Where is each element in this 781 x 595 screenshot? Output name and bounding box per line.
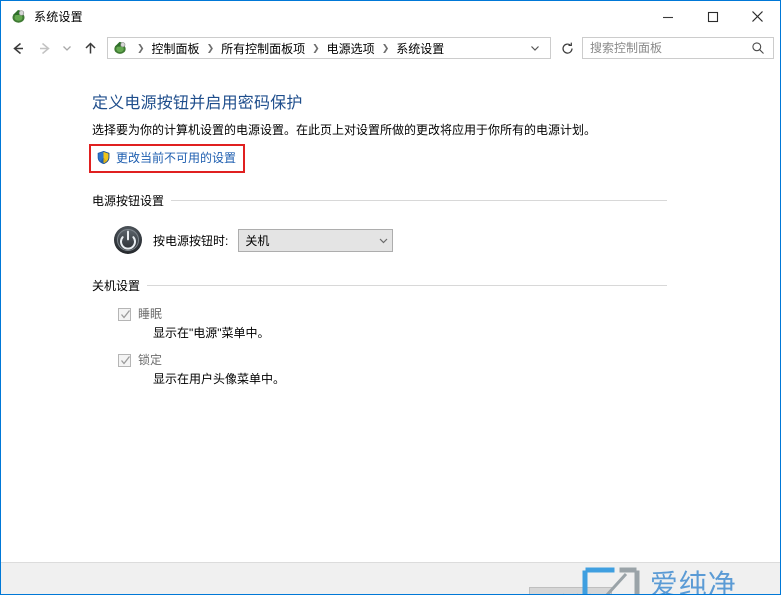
aichunjing-logo-icon	[582, 567, 640, 594]
control-panel-window: 系统设置 ❯ 控制面板 ❯ 所有控制面板项 ❯ 电源选项 ❯ 系统设置 搜索控制…	[0, 0, 781, 595]
breadcrumb-separator: ❯	[381, 42, 390, 53]
breadcrumb-separator: ❯	[312, 42, 320, 53]
watermark: 爱纯净 aichunjing.com	[582, 567, 771, 595]
window-title: 系统设置	[34, 10, 83, 24]
title-bar: 系统设置	[1, 0, 780, 32]
breadcrumb-chevron-down-icon[interactable]	[525, 42, 550, 54]
shutdown-settings-title: 关机设置	[92, 279, 141, 294]
divider	[171, 200, 667, 202]
power-button-action-value: 关机	[245, 233, 270, 248]
chevron-down-icon[interactable]	[375, 235, 392, 246]
sleep-checkbox[interactable]	[118, 308, 131, 322]
change-unavailable-settings-container: 更改当前不可用的设置	[89, 144, 246, 174]
watermark-brand-cn: 爱纯净	[649, 567, 737, 595]
lock-option-description: 显示在用户头像菜单中。	[153, 372, 286, 387]
change-unavailable-settings-label: 更改当前不可用的设置	[116, 151, 237, 166]
power-button-settings-title: 电源按钮设置	[92, 194, 165, 209]
maximize-button[interactable]	[690, 1, 735, 32]
search-box[interactable]	[582, 37, 774, 59]
main-content: 定义电源按钮并启用密码保护 选择要为你的计算机设置的电源设置。在此页上对设置所做…	[1, 64, 780, 562]
power-button-action-row: 按电源按钮时: 关机	[92, 225, 667, 255]
navigation-bar: ❯ 控制面板 ❯ 所有控制面板项 ❯ 电源选项 ❯ 系统设置	[1, 32, 780, 64]
forward-arrow-icon	[31, 35, 57, 61]
system-settings-icon	[10, 8, 27, 25]
search-input[interactable]	[583, 41, 749, 55]
power-button-settings-group: 电源按钮设置 按电源按钮时: 关机	[92, 192, 667, 255]
refresh-icon[interactable]	[556, 37, 578, 59]
page-title: 定义电源按钮并启用密码保护	[92, 95, 303, 112]
close-button[interactable]	[735, 1, 780, 32]
breadcrumb-item-control-panel[interactable]: 控制面板	[151, 40, 201, 57]
change-unavailable-settings-link[interactable]: 更改当前不可用的设置	[93, 147, 239, 168]
uac-shield-icon	[96, 150, 111, 165]
sleep-option-description: 显示在"电源"菜单中。	[153, 326, 270, 341]
breadcrumb[interactable]: ❯ 控制面板 ❯ 所有控制面板项 ❯ 电源选项 ❯ 系统设置	[107, 37, 551, 59]
sleep-option-texts: 睡眠 显示在"电源"菜单中。	[138, 307, 270, 341]
shutdown-settings-header: 关机设置	[92, 277, 667, 294]
breadcrumb-item-system-settings[interactable]: 系统设置	[395, 40, 445, 57]
window-caption-buttons	[645, 1, 780, 32]
breadcrumb-item-power-options[interactable]: 电源选项	[326, 40, 376, 57]
power-button-settings-header: 电源按钮设置	[92, 192, 667, 209]
breadcrumb-separator: ❯	[206, 42, 215, 53]
divider	[147, 285, 667, 287]
control-panel-icon	[112, 40, 128, 56]
footer-bar: 保存修改 爱纯净 aichunjing.com	[1, 562, 780, 595]
shutdown-option-lock[interactable]: 锁定 显示在用户头像菜单中。	[92, 353, 667, 387]
sleep-option-label: 睡眠	[138, 307, 163, 322]
power-button-action-label: 按电源按钮时:	[153, 233, 229, 248]
power-button-action-dropdown[interactable]: 关机	[238, 228, 394, 252]
shutdown-settings-group: 关机设置 睡眠 显示在"电源"菜单中。 锁定 显示在用户头像菜单中。	[92, 277, 667, 387]
lock-option-texts: 锁定 显示在用户头像菜单中。	[138, 353, 285, 387]
page-description: 选择要为你的计算机设置的电源设置。在此页上对设置所做的更改将应用于你所有的电源计…	[92, 123, 597, 137]
watermark-texts: 爱纯净 aichunjing.com	[649, 567, 771, 595]
breadcrumb-item-all-items[interactable]: 所有控制面板项	[220, 40, 306, 57]
back-arrow-icon[interactable]	[5, 35, 31, 61]
minimize-button[interactable]	[645, 1, 690, 32]
lock-option-label: 锁定	[138, 353, 163, 368]
breadcrumb-separator: ❯	[137, 42, 145, 53]
history-chevron-down-icon[interactable]	[57, 35, 77, 61]
up-arrow-icon[interactable]	[77, 35, 103, 61]
shutdown-option-sleep[interactable]: 睡眠 显示在"电源"菜单中。	[92, 307, 667, 341]
search-icon[interactable]	[749, 41, 773, 55]
lock-checkbox[interactable]	[118, 354, 131, 368]
power-button-icon	[113, 225, 143, 255]
